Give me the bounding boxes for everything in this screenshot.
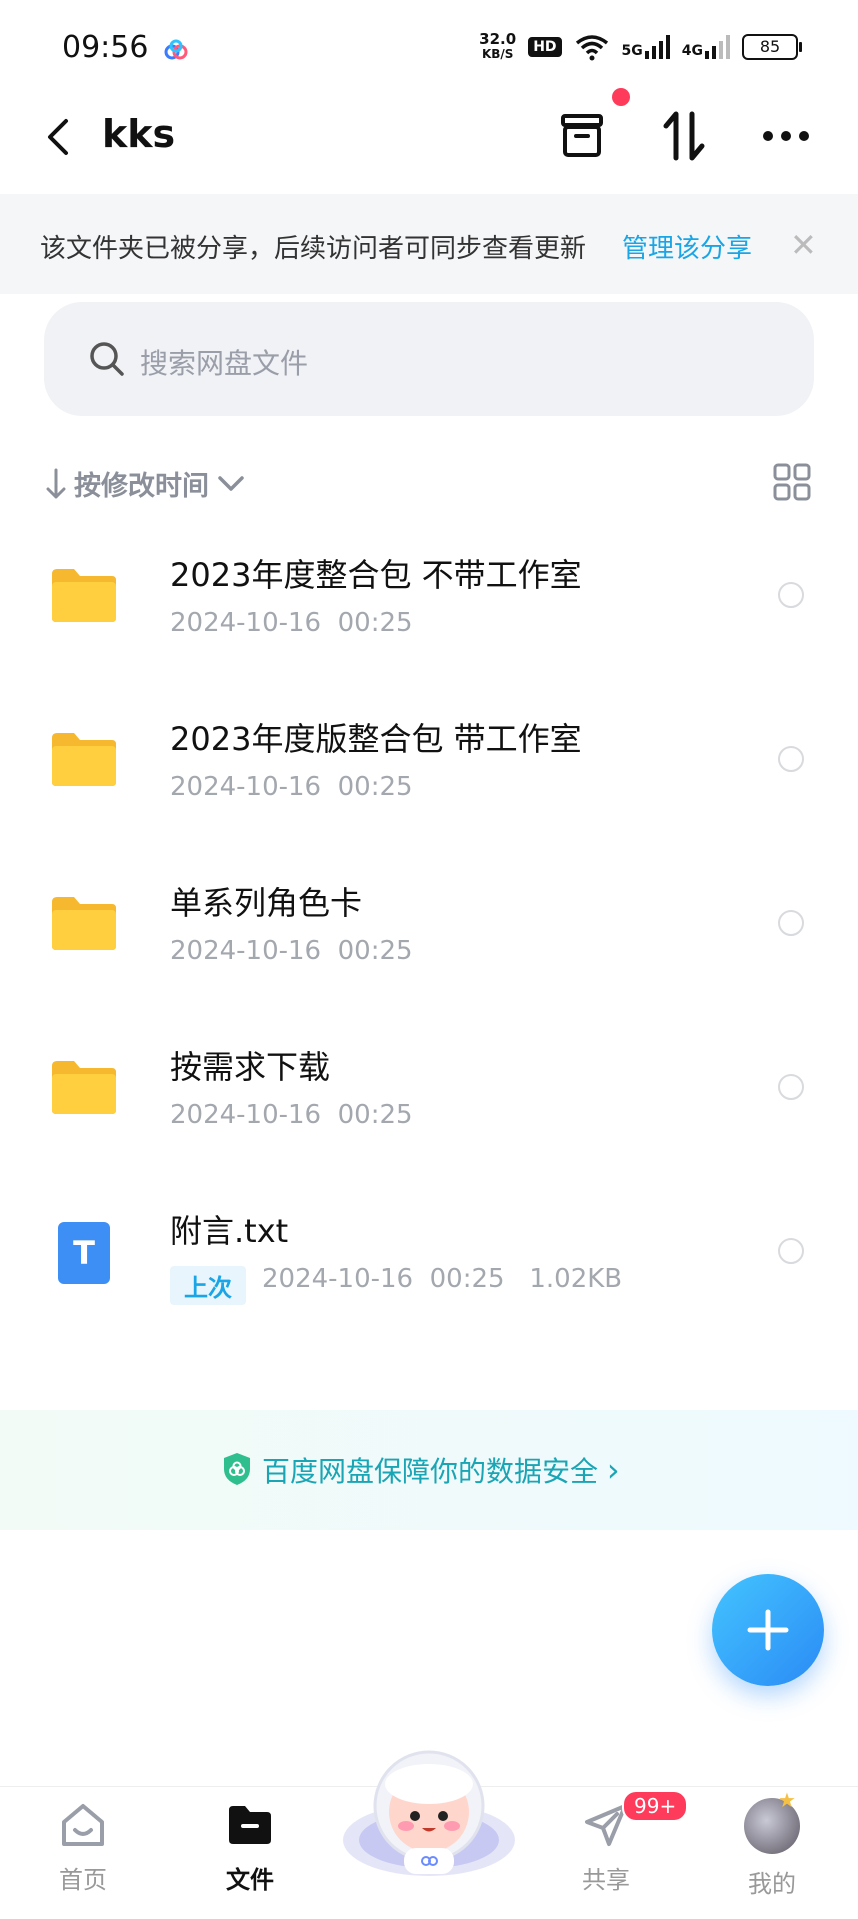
plus-icon <box>747 1609 789 1651</box>
signal-4g: 4G <box>682 35 730 59</box>
nav-label: 我的 <box>748 1870 796 1898</box>
sort-dropdown[interactable]: 按修改时间 <box>46 464 245 503</box>
last-opened-tag: 上次 <box>170 1266 246 1305</box>
search-icon <box>90 342 124 376</box>
mascot-icon[interactable] <box>340 1740 518 1880</box>
search-placeholder: 搜索网盘文件 <box>140 347 309 380</box>
baidu-cloud-icon <box>164 39 188 60</box>
chevron-right-icon: › <box>606 1451 620 1489</box>
network-speed: 32.0 KB/S <box>479 30 517 62</box>
share-count-badge: 99+ <box>622 1790 689 1822</box>
nav-home[interactable]: 首页 <box>23 1800 143 1895</box>
nav-files[interactable]: 文件 <box>190 1800 310 1895</box>
select-checkbox[interactable] <box>778 746 804 772</box>
hd-badge: HD <box>528 37 562 57</box>
signal-5g: 5G <box>622 35 670 59</box>
sort-transfer-icon <box>663 111 705 161</box>
list-item[interactable] <box>0 514 858 678</box>
chevron-left-icon <box>48 119 68 155</box>
home-icon <box>62 1804 104 1846</box>
txt-file-icon: T <box>58 1222 110 1284</box>
folder-icon <box>52 569 116 622</box>
wifi-icon <box>575 35 608 61</box>
grid-view-icon[interactable] <box>772 462 812 502</box>
more-button[interactable] <box>758 108 814 164</box>
file-name: 2023年度版整合包 带工作室 <box>170 720 582 758</box>
back-button[interactable] <box>38 112 78 162</box>
file-name: 2023年度整合包 不带工作室 <box>170 556 582 594</box>
file-name: 附言.txt <box>170 1212 289 1250</box>
battery-indicator: 85 <box>742 34 802 60</box>
security-banner-text: 百度网盘保障你的数据安全 › <box>262 1451 620 1489</box>
add-button[interactable] <box>712 1574 824 1686</box>
page-title: kks <box>102 112 176 156</box>
notification-dot <box>612 88 630 106</box>
more-icon <box>763 131 809 141</box>
list-item[interactable] <box>0 678 858 842</box>
manage-share-link[interactable]: 管理该分享 <box>622 228 752 265</box>
folder-icon <box>52 897 116 950</box>
crown-icon: ★ <box>778 1788 796 1812</box>
file-meta: 2024-10-16 00:25 1.02KB <box>262 1264 623 1294</box>
select-checkbox[interactable] <box>778 1238 804 1264</box>
archive-icon <box>561 114 603 157</box>
close-icon[interactable]: ✕ <box>790 226 817 264</box>
list-item[interactable] <box>0 1170 858 1334</box>
nav-label: 文件 <box>226 1866 274 1894</box>
file-meta: 2024-10-16 00:25 <box>170 608 413 638</box>
select-checkbox[interactable] <box>778 582 804 608</box>
shield-icon <box>224 1453 250 1485</box>
list-item[interactable] <box>0 1006 858 1170</box>
file-meta: 2024-10-16 00:25 <box>170 772 413 802</box>
folder-icon <box>229 1806 271 1844</box>
chevron-down-icon <box>218 475 244 491</box>
archive-button[interactable] <box>554 108 610 164</box>
sort-label: 按修改时间 <box>74 471 209 502</box>
folder-icon <box>52 733 116 786</box>
nav-label: 首页 <box>59 1866 107 1894</box>
arrow-down-icon <box>46 468 66 498</box>
file-name: 按需求下载 <box>170 1048 331 1086</box>
list-item[interactable] <box>0 842 858 1006</box>
transfer-button[interactable] <box>656 108 712 164</box>
file-meta: 2024-10-16 00:25 <box>170 936 413 966</box>
nav-me[interactable]: 我的 <box>712 1858 832 1899</box>
select-checkbox[interactable] <box>778 910 804 936</box>
file-name: 单系列角色卡 <box>170 884 363 922</box>
status-indicators: 32.0 KB/S HD 5G 4G 85 <box>479 30 802 62</box>
select-checkbox[interactable] <box>778 1074 804 1100</box>
status-time: 09:56 <box>62 30 149 65</box>
folder-icon <box>52 1061 116 1114</box>
nav-label: 共享 <box>582 1866 630 1894</box>
file-meta: 2024-10-16 00:25 <box>170 1100 413 1130</box>
share-banner-message: 该文件夹已被分享，后续访问者可同步查看更新 <box>40 234 587 264</box>
